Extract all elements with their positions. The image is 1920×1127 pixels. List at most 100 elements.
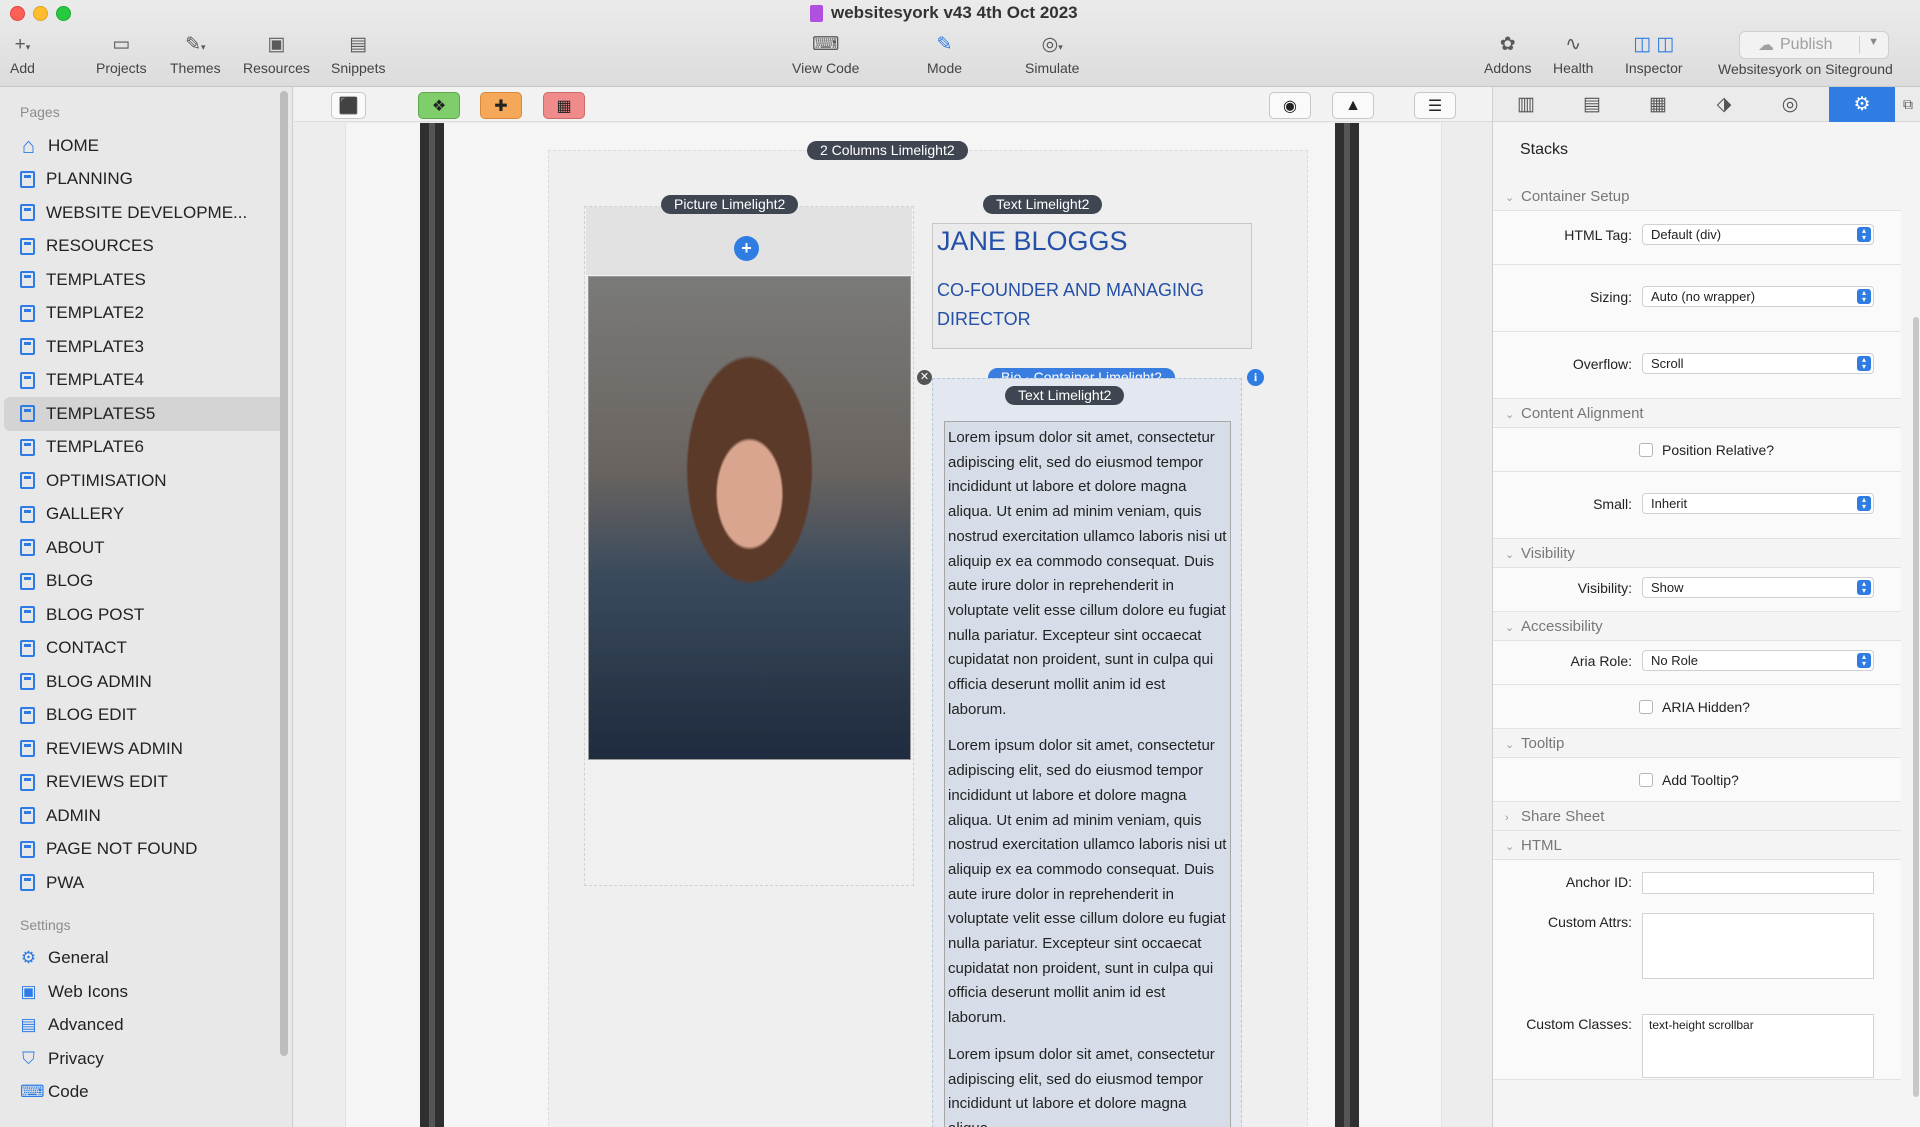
inspector-scrollbar[interactable] [1913,317,1919,1097]
tab-page-inspector[interactable]: ▥ [1493,87,1559,122]
sidebar-item-page[interactable]: PLANNING [4,163,288,197]
section-container-setup[interactable]: ⌄ Container Setup [1493,182,1901,211]
portrait-photo[interactable] [588,276,911,760]
settings-sliders-button[interactable]: ☰ [1414,92,1456,119]
sidebar-item-page[interactable]: TEMPLATES5 [4,397,288,431]
anchor-id-input[interactable] [1642,872,1874,894]
add-item-button[interactable]: + [734,236,759,261]
bio-text-tag[interactable]: Text Limelight2 [1005,386,1125,405]
preview-button[interactable]: ◉ [1269,92,1311,119]
publish-target-label[interactable]: Websitesyork on Siteground [1718,59,1893,77]
text-tag[interactable]: Text Limelight2 [983,195,1103,214]
sidebar-item-setting[interactable]: ⚙ General [4,942,288,976]
sidebar-item-page[interactable]: BLOG ADMIN [4,665,288,699]
sidebar-item-page[interactable]: GALLERY [4,498,288,532]
sidebar-item-page[interactable]: TEMPLATE4 [4,364,288,398]
page-icon [20,371,35,389]
sidebar-item-page[interactable]: BLOG [4,565,288,599]
sidebar-item-label: PAGE NOT FOUND [46,839,198,859]
settings-list: ⚙ General ▣ Web Icons ▤ Advanced ⛉ Privacy ⌨ Code [0,942,292,1110]
editor-canvas[interactable]: 2 Columns Limelight2 + Picture Limelight… [294,123,1492,1127]
section-share-sheet[interactable]: › Share Sheet [1493,802,1901,831]
picture-tag[interactable]: Picture Limelight2 [661,195,799,214]
snippets-button[interactable]: ▤ Snippets [331,32,385,76]
close-icon[interactable]: ✕ [917,370,932,385]
sidebar-item-page[interactable]: REVIEWS EDIT [4,766,288,800]
sidebar-item-page[interactable]: ADMIN [4,799,288,833]
sidebar-item-setting[interactable]: ▣ Web Icons [4,975,288,1009]
overflow-select[interactable]: Scroll ▴ ▾ [1642,353,1874,374]
sidebar-item-page[interactable]: PAGE NOT FOUND [4,833,288,867]
tab-stacks-inspector[interactable]: ⚙ [1829,87,1895,122]
view-code-button[interactable]: ⌨ View Code [792,32,859,76]
section-tooltip[interactable]: ⌄ Tooltip [1493,729,1901,758]
lock-button[interactable]: ▲ [1332,92,1374,119]
mode-button[interactable]: ✎ Mode [927,32,962,76]
close-window-button[interactable] [10,6,25,21]
picture-header: + [586,207,912,275]
sidebar-item-page[interactable]: TEMPLATES [4,263,288,297]
simulate-button[interactable]: ◎▾ Simulate [1025,32,1079,76]
bio-container[interactable]: Text Limelight2 Lorem ipsum dolor sit am… [932,378,1242,1127]
zoom-window-button[interactable] [56,6,71,21]
plugins-button[interactable]: ✚ [480,92,522,119]
stack-toggle-button[interactable]: ⬛ [331,92,366,119]
sidebar-item-setting[interactable]: ⛉ Privacy [4,1042,288,1076]
info-icon[interactable]: i [1247,369,1264,386]
aria-role-select[interactable]: No Role ▴ ▾ [1642,650,1874,671]
projects-button[interactable]: ▭ Projects [96,32,147,76]
page-icon [20,438,35,456]
columns-tag[interactable]: 2 Columns Limelight2 [807,141,968,160]
add-tooltip-checkbox[interactable]: Add Tooltip? [1639,772,1739,788]
tab-style-inspector[interactable]: ◎ [1757,87,1823,122]
themes-button[interactable]: ✎▾ Themes [170,32,221,76]
inspector-button[interactable]: ◫ ◫ Inspector [1625,32,1683,76]
sidebar-scrollbar[interactable] [280,91,288,1056]
sidebar-item-label: PWA [46,872,85,892]
visibility-select[interactable]: Show ▴ ▾ [1642,577,1874,598]
sizing-select[interactable]: Auto (no wrapper) ▴ ▾ [1642,286,1874,307]
tab-tags-inspector[interactable]: ⬗ [1691,87,1757,122]
sidebar-item-setting[interactable]: ⌨ Code [4,1076,288,1110]
health-button[interactable]: ∿ Health [1553,32,1593,76]
minimize-window-button[interactable] [33,6,48,21]
stacks-library-button[interactable]: ❖ [418,92,460,119]
page-icon [20,572,35,590]
sidebar-item-page[interactable]: RESOURCES [4,230,288,264]
sidebar-item-page[interactable]: BLOG EDIT [4,699,288,733]
add-button[interactable]: +▾ Add [10,32,35,76]
sidebar-item-page[interactable]: CONTACT [4,632,288,666]
layout-grid-button[interactable]: ▦ [543,92,585,119]
custom-attrs-input[interactable] [1642,913,1874,979]
bio-text[interactable]: Lorem ipsum dolor sit amet, consectetur … [944,421,1231,1127]
sidebar-item-page[interactable]: TEMPLATE3 [4,330,288,364]
sidebar-item-page[interactable]: ABOUT [4,531,288,565]
sidebar-item-page[interactable]: TEMPLATE2 [4,297,288,331]
addons-button[interactable]: ✿ Addons [1484,32,1531,76]
section-accessibility[interactable]: ⌄ Accessibility [1493,612,1901,641]
tab-header-inspector[interactable]: ▦ [1625,87,1691,122]
heading-text-stack[interactable]: JANE BLOGGS CO-FOUNDER AND MANAGING DIRE… [932,223,1252,349]
sidebar-item-label: Advanced [48,1015,124,1035]
sidebar-item-page[interactable]: REVIEWS ADMIN [4,732,288,766]
sidebar-item-page[interactable]: ⌂ HOME [4,129,288,163]
small-select[interactable]: Inherit ▴ ▾ [1642,493,1874,514]
chevron-down-icon[interactable]: ▼ [1868,36,1879,48]
tab-layout-inspector[interactable]: ▤ [1559,87,1625,122]
position-relative-checkbox[interactable]: Position Relative? [1639,442,1774,458]
sidebar-item-page[interactable]: WEBSITE DEVELOPME... [4,196,288,230]
custom-classes-input[interactable]: text-height scrollbar [1642,1014,1874,1078]
html-tag-select[interactable]: Default (div) ▴ ▾ [1642,224,1874,245]
sidebar-item-page[interactable]: BLOG POST [4,598,288,632]
sidebar-item-setting[interactable]: ▤ Advanced [4,1009,288,1043]
tab-more-inspector[interactable]: ⧉ [1895,87,1920,122]
aria-hidden-checkbox[interactable]: ARIA Hidden? [1639,699,1750,715]
resources-button[interactable]: ▣ Resources [243,32,310,76]
publish-button[interactable]: ☁ Publish ▼ [1739,31,1889,59]
section-html[interactable]: ⌄ HTML [1493,831,1901,860]
section-content-alignment[interactable]: ⌄ Content Alignment [1493,399,1901,428]
sidebar-item-page[interactable]: TEMPLATE6 [4,431,288,465]
sidebar-item-page[interactable]: PWA [4,866,288,900]
sidebar-item-page[interactable]: OPTIMISATION [4,464,288,498]
section-visibility[interactable]: ⌄ Visibility [1493,539,1901,568]
